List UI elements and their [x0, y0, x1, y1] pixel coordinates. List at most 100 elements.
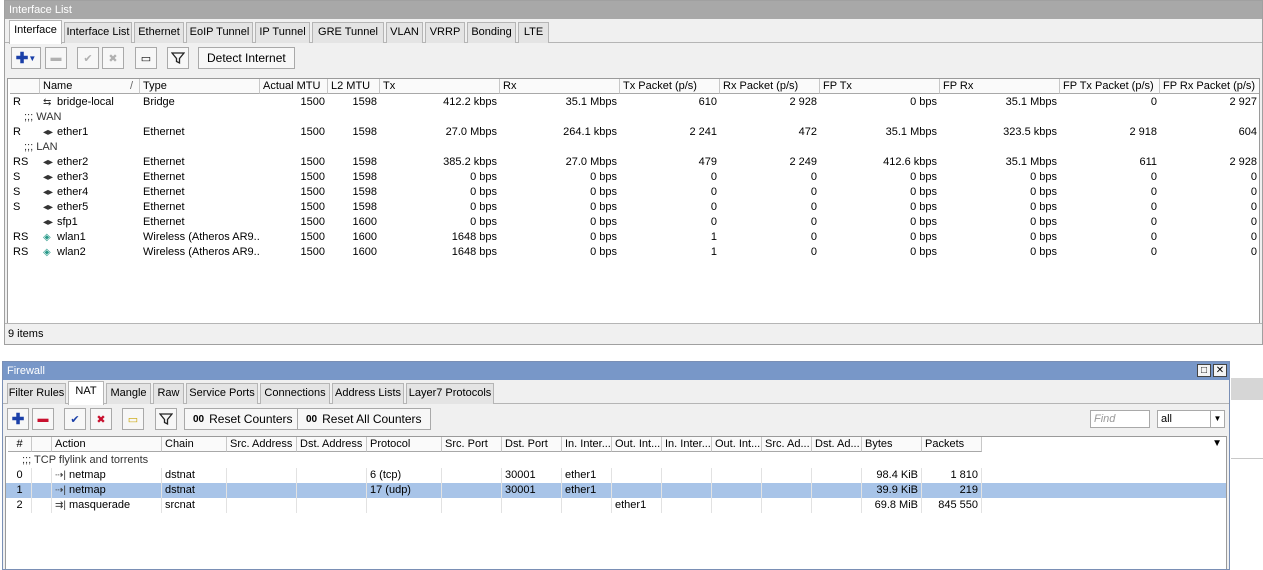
- detect-internet-button[interactable]: Detect Internet: [198, 47, 295, 69]
- column-header[interactable]: Chain: [162, 437, 227, 452]
- interface-row[interactable]: R ◂▸ ether1 Ethernet 1500 1598 27.0 Mbps 264.1 …: [8, 125, 1259, 140]
- column-header[interactable]: [32, 437, 52, 452]
- column-header[interactable]: Src. Port: [442, 437, 502, 452]
- maximize-button[interactable]: □: [1197, 364, 1211, 377]
- column-header[interactable]: Tx: [380, 79, 500, 94]
- tab-nat[interactable]: NAT: [68, 381, 104, 405]
- column-header[interactable]: Bytes: [862, 437, 922, 452]
- column-header[interactable]: Tx Packet (p/s): [620, 79, 720, 94]
- column-header[interactable]: Rx: [500, 79, 620, 94]
- column-header-label: FP Tx Packet (p/s): [1063, 80, 1154, 92]
- interface-row[interactable]: S ◂▸ ether5 Ethernet 1500 1598 0 bps 0 bps 0 0 0 b…: [8, 200, 1259, 215]
- nat-rule-row[interactable]: 2 ⇉| masquerade srcnat ether1 69.8 MiB 845 550: [6, 498, 1226, 513]
- column-header[interactable]: Src. Ad...: [762, 437, 812, 452]
- filter-rule-button[interactable]: [155, 408, 177, 430]
- column-header[interactable]: In. Inter...: [562, 437, 612, 452]
- reset-counters-button[interactable]: 00 Reset Counters: [184, 408, 302, 430]
- interface-row[interactable]: R ⇆ bridge-local Bridge 1500 1598 412.2 kbps 35…: [8, 95, 1259, 110]
- interface-row[interactable]: ◂▸ sfp1 Ethernet 1500 1600 0 bps 0 bps 0 0 0 bps 0…: [8, 215, 1259, 230]
- tab-bonding[interactable]: Bonding: [467, 22, 516, 43]
- filter-button[interactable]: [167, 47, 189, 69]
- tab-connections[interactable]: Connections: [260, 383, 330, 404]
- column-header[interactable]: Src. Address: [227, 437, 297, 452]
- tab-address-lists[interactable]: Address Lists: [332, 383, 404, 404]
- nat-rule-row[interactable]: 0 ⇢| netmap dstnat 6 (tcp) 30001 ether1 98.4 Ki…: [6, 468, 1226, 483]
- column-header[interactable]: [10, 79, 40, 94]
- wireless-icon: ◈: [43, 247, 51, 258]
- cell-fptx: 0 bps: [910, 216, 937, 228]
- column-header[interactable]: FP Rx Packet (p/s): [1160, 79, 1259, 94]
- column-header[interactable]: Dst. Address: [297, 437, 367, 452]
- column-header[interactable]: Dst. Port: [502, 437, 562, 452]
- column-header[interactable]: Rx Packet (p/s): [720, 79, 820, 94]
- comment-button[interactable]: ▭: [135, 47, 157, 69]
- remove-button[interactable]: ▬: [45, 47, 67, 69]
- cell-protocol: 6 (tcp): [367, 468, 442, 483]
- disable-rule-button[interactable]: ✖: [90, 408, 112, 430]
- cell-num: 0: [8, 468, 32, 483]
- interface-row[interactable]: S ◂▸ ether3 Ethernet 1500 1598 0 bps 0 bps 0 0 0 b…: [8, 170, 1259, 185]
- comment-rule-button[interactable]: ▭: [122, 408, 144, 430]
- filter-select[interactable]: all ▼: [1157, 410, 1225, 428]
- remove-rule-button[interactable]: ▬: [32, 408, 54, 430]
- add-rule-button[interactable]: ✚: [7, 408, 29, 430]
- firewall-tabs: Filter Rules NAT Mangle Raw Service Ports Con…: [3, 380, 1229, 405]
- column-header[interactable]: Protocol: [367, 437, 442, 452]
- interface-row[interactable]: S ◂▸ ether4 Ethernet 1500 1598 0 bps 0 bps 0 0 0 b…: [8, 185, 1259, 200]
- cell-tx: 1648 bps: [451, 246, 497, 258]
- cell-empty: [712, 468, 762, 483]
- enable-button[interactable]: ✔: [77, 47, 99, 69]
- column-header[interactable]: Dst. Ad...: [812, 437, 862, 452]
- tab-ethernet[interactable]: Ethernet: [134, 22, 184, 43]
- tab-interface[interactable]: Interface: [9, 20, 62, 44]
- column-header[interactable]: Out. Int...: [612, 437, 662, 452]
- tab-mangle[interactable]: Mangle: [106, 383, 151, 404]
- column-header[interactable]: FP Tx: [820, 79, 940, 94]
- column-header[interactable]: In. Inter...: [662, 437, 712, 452]
- cell-txp: 0: [710, 171, 717, 183]
- comment-row: ;;; TCP flylink and torrents: [6, 453, 1226, 468]
- column-header[interactable]: FP Tx Packet (p/s): [1060, 79, 1160, 94]
- tab-vlan[interactable]: VLAN: [386, 22, 423, 43]
- tab-filter-rules[interactable]: Filter Rules: [7, 383, 66, 404]
- reset-all-counters-button[interactable]: 00 Reset All Counters: [297, 408, 431, 430]
- add-button[interactable]: ✚ ▼: [11, 47, 41, 69]
- nat-rule-row[interactable]: 1 ⇢| netmap dstnat 17 (udp) 30001 ether1 39.9 K…: [6, 483, 1226, 498]
- disable-button[interactable]: ✖: [102, 47, 124, 69]
- columns-menu-dropdown-icon[interactable]: ▼: [1212, 438, 1222, 449]
- column-header[interactable]: Action: [52, 437, 162, 452]
- cell-outif: [612, 468, 662, 483]
- interface-row[interactable]: RS ◈ wlan1 Wireless (Atheros AR9... 1500 1600…: [8, 230, 1259, 245]
- column-header[interactable]: Name /: [40, 79, 140, 94]
- find-input[interactable]: Find: [1090, 410, 1150, 428]
- tab-interface-list[interactable]: Interface List: [64, 22, 132, 43]
- cell-name: ◈ wlan1: [40, 230, 140, 245]
- cell-empty: [227, 498, 297, 513]
- column-header[interactable]: #: [8, 437, 32, 452]
- column-header[interactable]: FP Rx: [940, 79, 1060, 94]
- cell-rxp: 0: [810, 246, 817, 258]
- cell-l2mtu: 1598: [352, 126, 377, 138]
- column-header[interactable]: Packets: [922, 437, 982, 452]
- tab-lte[interactable]: LTE: [518, 22, 549, 43]
- tab-gre-tunnel[interactable]: GRE Tunnel: [312, 22, 384, 43]
- close-button[interactable]: ✕: [1213, 364, 1227, 377]
- column-header[interactable]: Out. Int...: [712, 437, 762, 452]
- column-header[interactable]: Actual MTU: [260, 79, 328, 94]
- tab-ip-tunnel[interactable]: IP Tunnel: [255, 22, 310, 43]
- tab-eoip-tunnel[interactable]: EoIP Tunnel: [186, 22, 253, 43]
- enable-rule-button[interactable]: ✔: [64, 408, 86, 430]
- cell-name: ◂▸ ether3: [40, 170, 140, 185]
- interface-row[interactable]: RS ◈ wlan2 Wireless (Atheros AR9... 1500 1600…: [8, 245, 1259, 260]
- column-header[interactable]: Type: [140, 79, 260, 94]
- cell-tx: 1648 bps: [451, 231, 497, 243]
- tab-raw[interactable]: Raw: [153, 383, 184, 404]
- cell-fptxp: 0: [1150, 246, 1157, 258]
- cell-protocol: 17 (udp): [367, 483, 442, 498]
- tab-vrrp[interactable]: VRRP: [425, 22, 465, 43]
- tab-layer7-protocols[interactable]: Layer7 Protocols: [406, 383, 494, 404]
- tab-service-ports[interactable]: Service Ports: [186, 383, 258, 404]
- column-header[interactable]: L2 MTU: [328, 79, 380, 94]
- interface-row[interactable]: RS ◂▸ ether2 Ethernet 1500 1598 385.2 kbps 27.0…: [8, 155, 1259, 170]
- cell-txp: 0: [710, 186, 717, 198]
